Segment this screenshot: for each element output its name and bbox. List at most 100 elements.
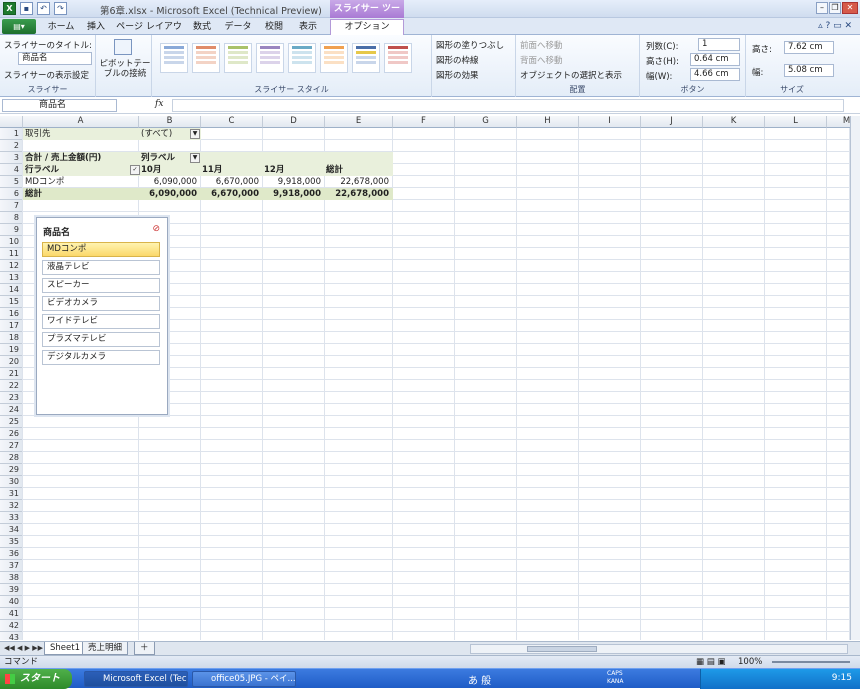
sheet-nav-icon[interactable]: ◀◀ ◀ ▶ ▶▶: [4, 644, 43, 652]
column-header[interactable]: M: [827, 116, 850, 128]
excel-app-icon[interactable]: X: [3, 2, 16, 15]
row-header[interactable]: 18: [0, 332, 23, 344]
tab-home[interactable]: ホーム: [44, 20, 78, 35]
undo-icon[interactable]: ↶: [37, 2, 50, 15]
start-button[interactable]: スタート: [0, 669, 72, 689]
row-labels-filter-icon[interactable]: ✓: [130, 165, 140, 175]
row-header[interactable]: 6: [0, 188, 23, 200]
zoom-slider[interactable]: [772, 661, 850, 663]
selection-pane-button[interactable]: オブジェクトの選択と表示: [520, 69, 622, 81]
row-header[interactable]: 37: [0, 560, 23, 572]
column-header[interactable]: L: [765, 116, 827, 128]
restore-button[interactable]: ❐: [829, 2, 841, 14]
row-header[interactable]: 38: [0, 572, 23, 584]
row-header[interactable]: 24: [0, 404, 23, 416]
column-header[interactable]: H: [517, 116, 579, 128]
columns-input[interactable]: 1: [698, 38, 740, 51]
column-header[interactable]: D: [263, 116, 325, 128]
row-header[interactable]: 39: [0, 584, 23, 596]
row-header[interactable]: 19: [0, 344, 23, 356]
row-header[interactable]: 32: [0, 500, 23, 512]
slicer-caption-input[interactable]: 商品名: [18, 52, 92, 65]
row-header[interactable]: 34: [0, 524, 23, 536]
row-header[interactable]: 23: [0, 392, 23, 404]
row-header[interactable]: 17: [0, 320, 23, 332]
sheet-tab[interactable]: Sheet1: [44, 642, 86, 655]
row-header[interactable]: 4: [0, 164, 23, 176]
row-header[interactable]: 31: [0, 488, 23, 500]
row-header[interactable]: 29: [0, 464, 23, 476]
bring-forward-button[interactable]: 前面へ移動: [520, 39, 563, 51]
save-icon[interactable]: ▪: [20, 2, 33, 15]
column-header[interactable]: J: [641, 116, 703, 128]
clear-filter-icon[interactable]: ⊘: [152, 224, 160, 234]
column-labels-dropdown-icon[interactable]: ▼: [190, 153, 200, 163]
row-header[interactable]: 41: [0, 608, 23, 620]
row-header[interactable]: 26: [0, 428, 23, 440]
fx-icon[interactable]: fx: [155, 99, 163, 109]
row-header[interactable]: 30: [0, 476, 23, 488]
row-header[interactable]: 11: [0, 248, 23, 260]
tab-formulas[interactable]: 数式: [188, 20, 216, 35]
tab-view[interactable]: 表示: [294, 20, 322, 35]
row-header[interactable]: 42: [0, 620, 23, 632]
row-header[interactable]: 3: [0, 152, 23, 164]
row-header[interactable]: 43: [0, 632, 23, 640]
row-header[interactable]: 14: [0, 284, 23, 296]
row-header[interactable]: 20: [0, 356, 23, 368]
row-header[interactable]: 2: [0, 140, 23, 152]
sheet-tab[interactable]: 売上明細: [82, 642, 129, 655]
row-header[interactable]: 7: [0, 200, 23, 212]
row-header[interactable]: 12: [0, 260, 23, 272]
row-header[interactable]: 33: [0, 512, 23, 524]
column-header[interactable]: E: [325, 116, 393, 128]
filter-dropdown-icon[interactable]: ▼: [190, 129, 200, 139]
slicer-panel[interactable]: 商品名 ⊘ MDコンポ 液晶テレビ スピーカー ビデオカメラ ワイドテレビ プラ…: [36, 217, 168, 415]
column-header[interactable]: G: [455, 116, 517, 128]
row-header[interactable]: 9: [0, 224, 23, 236]
row-header[interactable]: 1: [0, 128, 23, 140]
file-tab[interactable]: ▤▾: [2, 19, 36, 34]
height-input[interactable]: 7.62 cm: [784, 41, 834, 54]
close-button[interactable]: ✕: [842, 2, 858, 14]
pivot-connect-button[interactable]: ピボットテーブルの接続: [98, 59, 152, 79]
row-header[interactable]: 5: [0, 176, 23, 188]
vertical-scrollbar[interactable]: [850, 116, 860, 640]
row-header[interactable]: 35: [0, 536, 23, 548]
row-header[interactable]: 21: [0, 368, 23, 380]
view-buttons-icon[interactable]: ▦ ▤ ▣: [696, 656, 726, 668]
horizontal-scrollbar[interactable]: [470, 644, 848, 654]
help-icon[interactable]: ▵ ? ▭ ✕: [818, 21, 852, 31]
button-height-input[interactable]: 0.64 cm: [690, 53, 740, 66]
column-header[interactable]: K: [703, 116, 765, 128]
row-header[interactable]: 8: [0, 212, 23, 224]
slicer-item[interactable]: ビデオカメラ: [42, 296, 160, 311]
tab-review[interactable]: 校閲: [260, 20, 288, 35]
row-header[interactable]: 16: [0, 308, 23, 320]
width-input[interactable]: 5.08 cm: [784, 64, 834, 77]
slicer-item[interactable]: ワイドテレビ: [42, 314, 160, 329]
slicer-settings-button[interactable]: スライサーの表示設定: [4, 69, 89, 81]
send-backward-button[interactable]: 背面へ移動: [520, 54, 563, 66]
row-header[interactable]: 22: [0, 380, 23, 392]
row-header[interactable]: 36: [0, 548, 23, 560]
insert-sheet-icon[interactable]: ＋: [134, 642, 155, 655]
row-header[interactable]: 25: [0, 416, 23, 428]
slicer-item[interactable]: MDコンポ: [42, 242, 160, 257]
column-header[interactable]: C: [201, 116, 263, 128]
tab-options[interactable]: オプション: [330, 19, 404, 35]
row-header[interactable]: 10: [0, 236, 23, 248]
formula-input[interactable]: [172, 99, 844, 112]
shape-effects-button[interactable]: 図形の効果: [436, 69, 479, 81]
row-header[interactable]: 28: [0, 452, 23, 464]
slicer-item[interactable]: 液晶テレビ: [42, 260, 160, 275]
row-header[interactable]: 13: [0, 272, 23, 284]
taskbar-excel[interactable]: Microsoft Excel (Tec...: [84, 671, 188, 687]
slicer-item[interactable]: スピーカー: [42, 278, 160, 293]
name-box[interactable]: 商品名: [2, 99, 117, 112]
column-header[interactable]: F: [393, 116, 455, 128]
column-header[interactable]: I: [579, 116, 641, 128]
row-header[interactable]: 15: [0, 296, 23, 308]
shape-fill-button[interactable]: 図形の塗りつぶし: [436, 39, 504, 51]
zoom-level[interactable]: 100%: [738, 656, 762, 668]
